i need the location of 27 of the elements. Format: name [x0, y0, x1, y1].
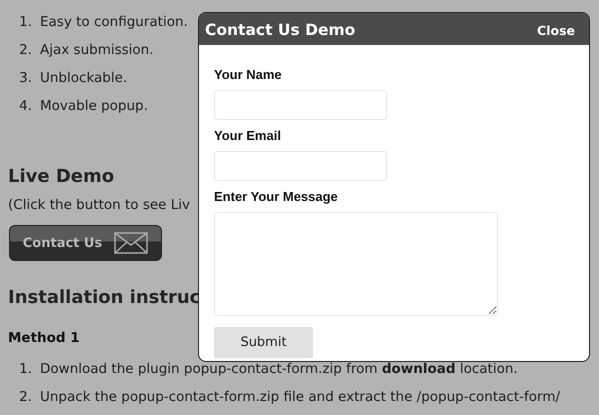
envelope-icon	[114, 232, 148, 254]
section-heading: Installation instruc	[8, 287, 200, 308]
popup-title: Contact Us Demo	[205, 21, 356, 39]
method-heading: Method 1	[8, 330, 80, 346]
submit-button[interactable]: Submit	[214, 327, 313, 358]
message-field[interactable]	[214, 212, 498, 316]
note-text: (Click the button to see Liv	[8, 197, 190, 213]
list-number: 1.	[19, 13, 32, 32]
list-number: 2.	[19, 388, 32, 407]
field-label: Your Name	[214, 67, 283, 82]
section-heading: Live Demo	[8, 166, 114, 187]
list-number: 2.	[19, 41, 32, 60]
list-number: 1.	[19, 360, 32, 379]
step-text: Unpack the popup-contact-form.zip file and extract the /popup-contact-form/	[40, 388, 560, 407]
step-text: Download the plugin popup-contact-form.zip from download location.	[40, 360, 518, 379]
field-label: Your Email	[214, 128, 282, 143]
feature-text: Movable popup.	[40, 97, 148, 116]
feature-text: Ajax submission.	[40, 41, 154, 60]
input-field[interactable]	[214, 151, 387, 181]
list-number: 3.	[19, 69, 32, 88]
feature-text: Easy to configuration.	[40, 13, 188, 32]
feature-text: Unblockable.	[40, 69, 128, 88]
field-label: Enter Your Message	[214, 189, 339, 204]
contact-us-button[interactable]: Contact Us	[9, 225, 162, 261]
input-field[interactable]	[214, 90, 387, 120]
close-link[interactable]: Close	[537, 22, 575, 38]
list-number: 4.	[19, 97, 32, 116]
